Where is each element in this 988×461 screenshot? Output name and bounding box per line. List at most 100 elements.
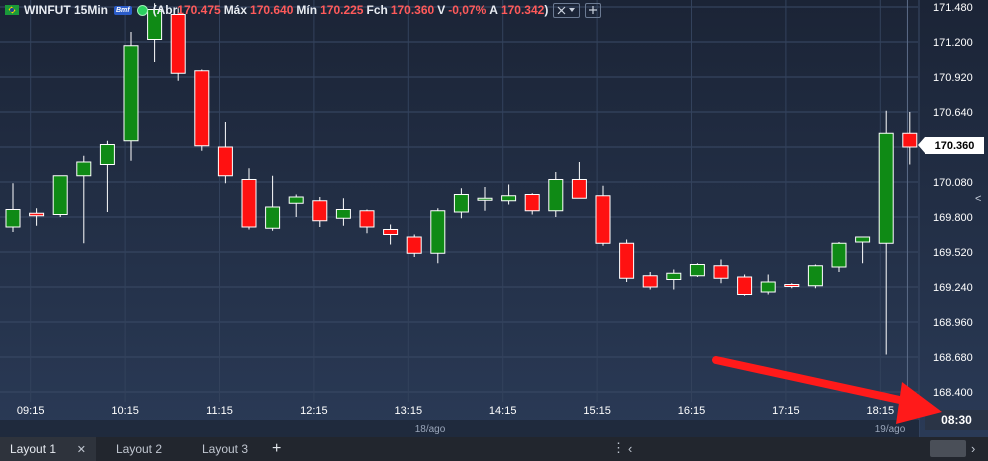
price-tick-label: 171.480 — [933, 2, 973, 14]
date-axis-band — [0, 420, 919, 437]
candle-body — [453, 194, 469, 213]
high-label: Máx — [223, 3, 248, 17]
candle-body — [501, 195, 517, 202]
exchange-badge: Bmf — [114, 5, 132, 15]
brazil-flag-icon — [5, 5, 19, 15]
time-tick-label: 12:15 — [300, 405, 328, 417]
close-label: Fch — [366, 3, 388, 17]
time-tick-label: 18:15 — [867, 405, 895, 417]
candle-body — [595, 195, 611, 244]
time-tick-label: 10:15 — [111, 405, 139, 417]
candle-body — [784, 284, 800, 287]
candle-body — [194, 70, 210, 147]
tab-layout-2[interactable]: Layout 2 — [96, 437, 182, 461]
tab-layout-1[interactable]: Layout 1 ✕ — [0, 437, 96, 461]
open-label: Abr — [156, 3, 178, 17]
var-label: V — [437, 3, 446, 17]
low-label: Mín — [296, 3, 318, 17]
candle-body — [737, 276, 753, 295]
tools-icon — [557, 6, 566, 14]
candle-body — [713, 265, 729, 279]
ohlc-close-paren: ) — [544, 3, 549, 17]
candle-body — [123, 45, 139, 142]
add-tab-button[interactable]: + — [272, 440, 281, 458]
candle-body — [831, 242, 847, 268]
time-tick-label: 09:15 — [17, 405, 45, 417]
ask-label: A — [489, 3, 498, 17]
candle-body — [29, 212, 45, 217]
candle-body — [666, 272, 682, 280]
time-tick-label: 13:15 — [395, 405, 423, 417]
candle-body — [312, 200, 328, 222]
candle-body — [548, 179, 564, 212]
candle-body — [619, 242, 635, 279]
var-value: -0,07% — [448, 3, 487, 17]
candle-body — [430, 210, 446, 254]
time-tick-label: 11:15 — [206, 405, 233, 417]
ask-value: 170.342 — [500, 3, 545, 17]
chart-background — [0, 0, 988, 437]
candle-body — [335, 209, 351, 219]
price-tick-label: 168.960 — [933, 317, 973, 329]
candle-body — [359, 210, 375, 228]
candle-body — [524, 194, 540, 212]
current-price-tag: 170.360 — [918, 137, 984, 154]
scroll-right-button[interactable]: › — [971, 441, 975, 456]
close-value: 170.360 — [390, 3, 435, 17]
candle-body — [241, 179, 257, 228]
price-tick-label: 169.800 — [933, 212, 973, 224]
collapse-panel-button[interactable]: < — [975, 193, 981, 205]
price-tick-label: 170.640 — [933, 107, 973, 119]
price-tick-label: 168.400 — [933, 387, 973, 399]
price-tick-label: 171.200 — [933, 37, 973, 49]
candle-body — [902, 132, 918, 148]
tab-layout-1-label: Layout 1 — [10, 442, 57, 456]
price-tick-label: 169.520 — [933, 247, 973, 259]
scroll-left-button[interactable]: ‹ — [628, 441, 632, 456]
candle-body — [571, 179, 587, 199]
candle-body — [265, 206, 281, 229]
date-label: 18/ago — [415, 424, 446, 435]
candle-body — [406, 236, 422, 254]
price-tick-label: 168.680 — [933, 352, 973, 364]
chart-area[interactable]: 171.480 171.200 170.920 170.640 170.360 170.0… — [0, 0, 988, 437]
candle-body — [383, 229, 399, 235]
candle-body — [288, 196, 304, 204]
price-tick-label: 169.240 — [933, 282, 973, 294]
layout-tabbar: Layout 1 ✕ Layout 2 Layout 3 + — [0, 437, 988, 461]
chart-header: WINFUT 15Min Bmf ( Abr 170.475 Máx 170.6… — [0, 0, 602, 20]
candle-body — [689, 264, 705, 277]
plus-icon — [589, 6, 598, 14]
add-indicator-button[interactable] — [585, 2, 602, 18]
current-time-tag: 08:30 — [925, 410, 988, 430]
candle-body — [878, 132, 894, 244]
horizontal-scrollbar[interactable] — [930, 440, 966, 457]
time-tick-label: 16:15 — [678, 405, 706, 417]
tools-button[interactable] — [553, 2, 581, 18]
high-value: 170.640 — [250, 3, 294, 17]
candle-body — [170, 14, 186, 74]
price-tick-label: 170.080 — [933, 177, 973, 189]
candle-body — [5, 209, 21, 228]
candlestick-chart[interactable]: 171.480 171.200 170.920 170.640 170.360 170.0… — [0, 0, 988, 437]
time-tick-label: 15:15 — [583, 405, 611, 417]
status-dot-icon — [136, 4, 148, 16]
candle-body — [855, 236, 871, 243]
symbol-title[interactable]: WINFUT 15Min — [24, 3, 108, 17]
time-tick-label: 17:15 — [772, 405, 800, 417]
candle-body — [807, 265, 823, 287]
candle-body — [76, 161, 92, 177]
time-tick-label: 14:15 — [489, 405, 517, 417]
close-icon[interactable]: ✕ — [77, 443, 86, 456]
low-value: 170.225 — [320, 3, 364, 17]
candle-body — [642, 275, 658, 288]
menu-dots-icon[interactable]: ⋮ — [612, 440, 625, 456]
date-label: 19/ago — [875, 424, 906, 435]
tab-layout-3[interactable]: Layout 3 — [182, 437, 268, 461]
candle-body — [217, 146, 233, 177]
candle-body — [477, 197, 493, 201]
chevron-down-icon — [569, 8, 576, 12]
candle-body — [52, 175, 68, 215]
open-value: 170.475 — [177, 3, 221, 17]
price-tick-label: 170.920 — [933, 72, 973, 84]
